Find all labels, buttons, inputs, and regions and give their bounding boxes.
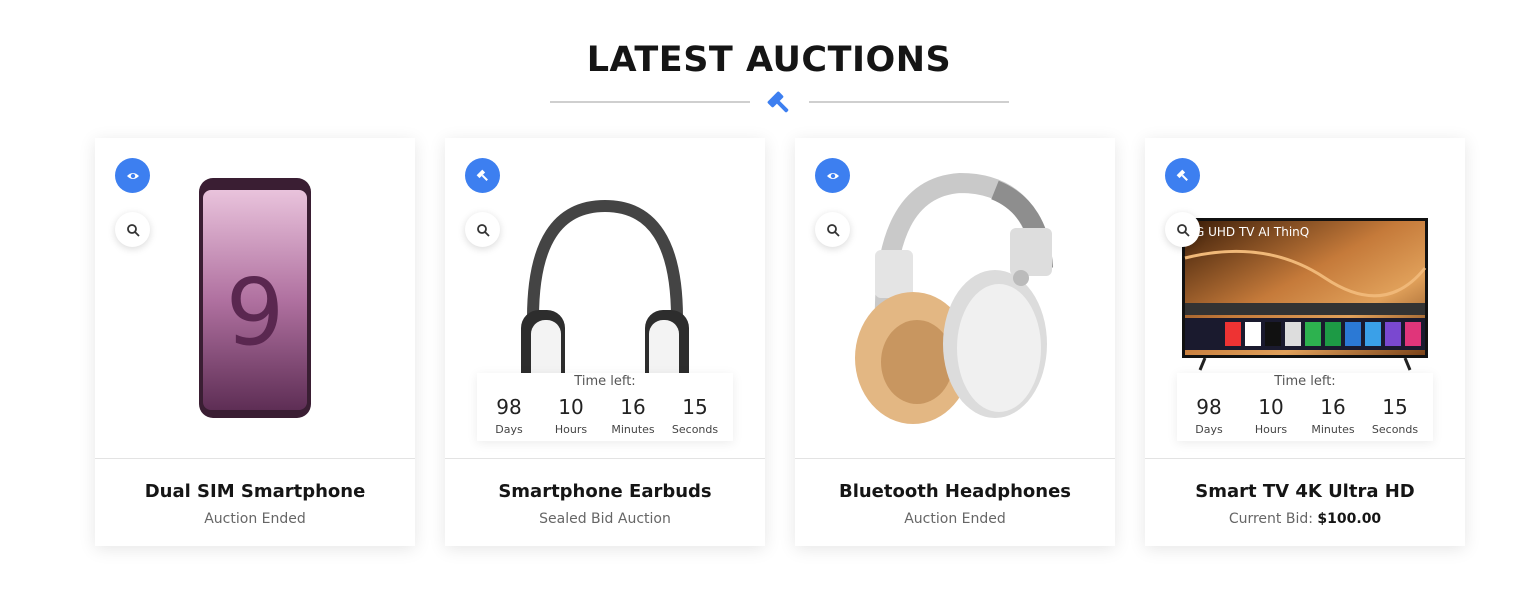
auction-card[interactable]: G UHD TV AI ThinQ Time left: 98 Days 10 … (1145, 138, 1465, 546)
svg-text:9: 9 (226, 259, 285, 366)
countdown-days-value: 98 (1196, 395, 1222, 419)
auction-status: Auction Ended (904, 511, 1006, 527)
card-media[interactable] (795, 138, 1115, 459)
card-media[interactable]: Time left: 98 Days 10 Hours 16 Minutes 1… (445, 138, 765, 459)
search-icon (826, 223, 840, 237)
gavel-icon (767, 91, 789, 113)
tv-screen-text: G UHD TV AI ThinQ (1195, 225, 1309, 239)
auction-card[interactable]: Time left: 98 Days 10 Hours 16 Minutes 1… (445, 138, 765, 546)
countdown-minutes-label: Minutes (1311, 423, 1355, 436)
countdown-label: Time left: (574, 374, 636, 389)
countdown-timer: Time left: 98 Days 10 Hours 16 Minutes 1… (1177, 373, 1433, 441)
countdown-label: Time left: (1274, 374, 1336, 389)
countdown-hours-label: Hours (554, 423, 588, 436)
countdown-days-value: 98 (496, 395, 522, 419)
countdown-hours: 10 Hours (541, 395, 601, 436)
divider-line-right (809, 101, 1009, 103)
bid-badge[interactable] (1165, 158, 1200, 193)
divider-line-left (550, 101, 750, 103)
zoom-button[interactable] (1165, 212, 1200, 247)
countdown-seconds: 15 Seconds (665, 395, 725, 436)
countdown-seconds-label: Seconds (671, 423, 719, 436)
eye-icon (826, 172, 839, 179)
eye-icon (126, 172, 139, 179)
card-body: Smartphone Earbuds Sealed Bid Auction (445, 481, 765, 527)
card-media[interactable]: G UHD TV AI ThinQ Time left: 98 Days 10 … (1145, 138, 1465, 459)
countdown-days-label: Days (1195, 423, 1223, 436)
zoom-button[interactable] (115, 212, 150, 247)
card-body: Bluetooth Headphones Auction Ended (795, 481, 1115, 527)
search-icon (126, 223, 140, 237)
countdown-seconds-value: 15 (682, 395, 708, 419)
auction-card[interactable]: 9 Dual SIM Smartphone Auction Ended (95, 138, 415, 546)
view-badge[interactable] (115, 158, 150, 193)
countdown-days: 98 Days (479, 395, 539, 436)
card-title[interactable]: Smartphone Earbuds (445, 481, 765, 502)
gavel-icon (476, 169, 488, 181)
countdown-hours: 10 Hours (1241, 395, 1301, 436)
bid-badge[interactable] (465, 158, 500, 193)
section-header: LATEST AUCTIONS (0, 0, 1538, 138)
card-title[interactable]: Dual SIM Smartphone (95, 481, 415, 502)
countdown-timer: Time left: 98 Days 10 Hours 16 Minutes 1… (477, 373, 733, 441)
auction-card[interactable]: Bluetooth Headphones Auction Ended (795, 138, 1115, 546)
countdown-minutes-value: 16 (620, 395, 646, 419)
section-title: LATEST AUCTIONS (586, 40, 952, 80)
zoom-button[interactable] (465, 212, 500, 247)
current-bid-value: $100.00 (1317, 511, 1382, 527)
zoom-button[interactable] (815, 212, 850, 247)
countdown-minutes: 16 Minutes (603, 395, 663, 436)
countdown-minutes-value: 16 (1320, 395, 1346, 419)
countdown-hours-value: 10 (558, 395, 584, 419)
auction-status: Auction Ended (204, 511, 306, 527)
countdown-days-label: Days (495, 423, 523, 436)
countdown-days: 98 Days (1179, 395, 1239, 436)
search-icon (1176, 223, 1190, 237)
auction-type: Sealed Bid Auction (539, 511, 671, 527)
countdown-minutes-label: Minutes (611, 423, 655, 436)
gavel-icon (1176, 169, 1188, 181)
card-body: Dual SIM Smartphone Auction Ended (95, 481, 415, 527)
view-badge[interactable] (815, 158, 850, 193)
countdown-seconds-label: Seconds (1371, 423, 1419, 436)
countdown-hours-value: 10 (1258, 395, 1284, 419)
card-media[interactable]: 9 (95, 138, 415, 459)
card-title[interactable]: Smart TV 4K Ultra HD (1145, 481, 1465, 502)
countdown-minutes: 16 Minutes (1303, 395, 1363, 436)
countdown-seconds: 15 Seconds (1365, 395, 1425, 436)
search-icon (476, 223, 490, 237)
countdown-seconds-value: 15 (1382, 395, 1408, 419)
card-title[interactable]: Bluetooth Headphones (795, 481, 1115, 502)
countdown-hours-label: Hours (1254, 423, 1288, 436)
current-bid-label: Current Bid: (1228, 511, 1313, 527)
current-bid: Current Bid: $100.00 (1145, 511, 1465, 527)
card-body: Smart TV 4K Ultra HD Current Bid: $100.0… (1145, 481, 1465, 527)
